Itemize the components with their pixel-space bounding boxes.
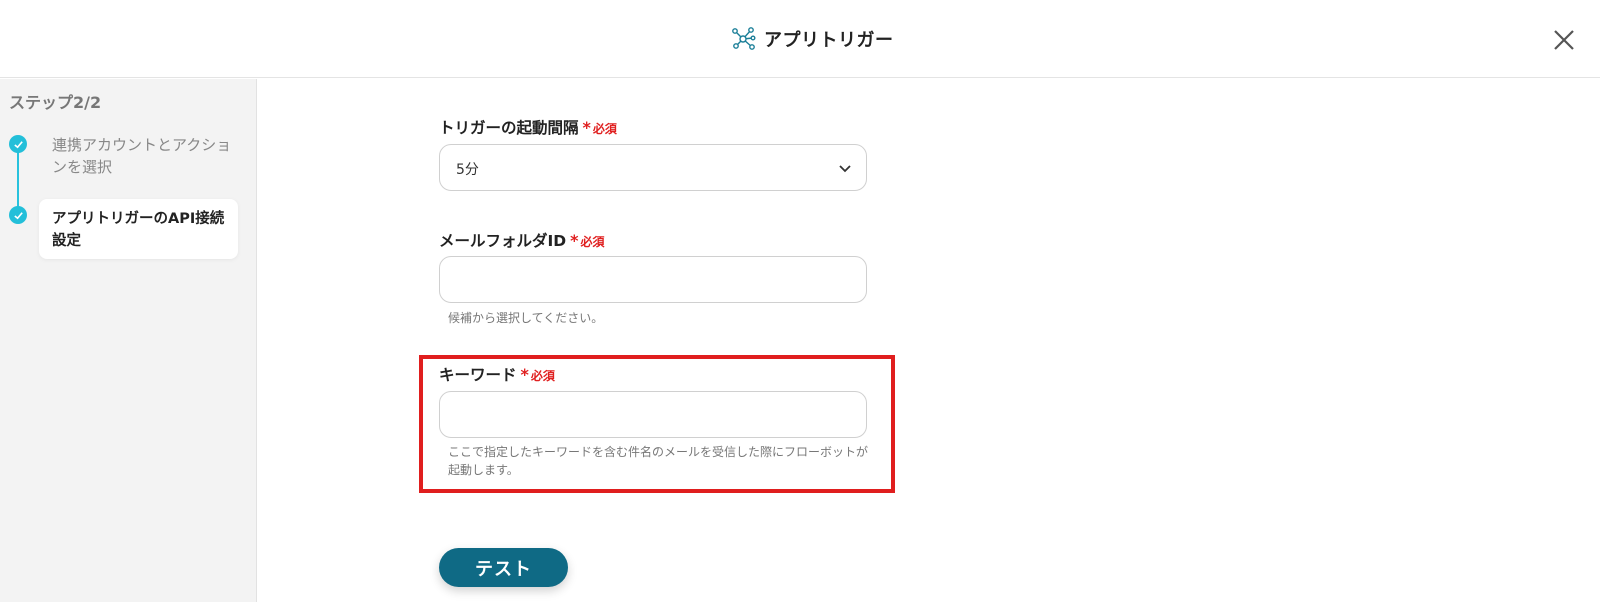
chevron-down-icon (839, 165, 851, 173)
modal-header: アプリトリガー (0, 0, 1600, 78)
keyword-hint: ここで指定したキーワードを含む件名のメールを受信した際にフローボットが 起動しま… (448, 443, 868, 479)
keyword-hint-line-2: 起動します。 (448, 463, 519, 477)
required-text: 必須 (592, 122, 617, 136)
required-text: 必須 (580, 235, 605, 249)
keyword-field-label: キーワード * 必須 (439, 363, 555, 385)
step-indicator: ステップ2/2 (9, 93, 102, 112)
required-text: 必須 (530, 369, 555, 383)
step-1-check-icon (9, 135, 27, 153)
folder-id-input[interactable] (439, 256, 867, 303)
interval-select-value: 5分 (456, 162, 479, 178)
step-2-check-icon (9, 206, 27, 224)
keyword-label-text: キーワード (439, 366, 517, 384)
header-title-group: アプリトリガー (730, 26, 894, 52)
required-asterisk-icon: * (570, 231, 579, 250)
folder-id-hint: 候補から選択してください。 (448, 311, 604, 325)
required-asterisk-icon: * (520, 365, 529, 384)
interval-label-text: トリガーの起動間隔 (439, 119, 579, 137)
keyword-hint-line-1: ここで指定したキーワードを含む件名のメールを受信した際にフローボットが (448, 445, 869, 459)
network-nodes-icon (732, 27, 756, 50)
close-icon[interactable] (1552, 28, 1576, 52)
required-badge: * 必須 (521, 367, 555, 384)
required-badge: * 必須 (570, 233, 604, 250)
folder-id-field-label: メールフォルダID * 必須 (439, 229, 605, 251)
step-1-label[interactable]: 連携アカウントとアクションを選択 (52, 134, 232, 178)
step-2-active-card[interactable]: アプリトリガーのAPI接続設定 (39, 199, 238, 259)
steps-sidebar: ステップ2/2 連携アカウントとアクションを選択 アプリトリガーのAPI接続設定 (0, 79, 257, 602)
interval-field-label: トリガーの起動間隔 * 必須 (439, 116, 617, 138)
page-title: アプリトリガー (764, 30, 894, 51)
test-button[interactable]: テスト (439, 548, 568, 587)
keyword-input[interactable] (439, 391, 867, 438)
folder-id-label-text: メールフォルダID (439, 232, 567, 250)
required-badge: * 必須 (583, 120, 617, 137)
interval-select[interactable]: 5分 (439, 144, 867, 191)
required-asterisk-icon: * (582, 118, 591, 137)
